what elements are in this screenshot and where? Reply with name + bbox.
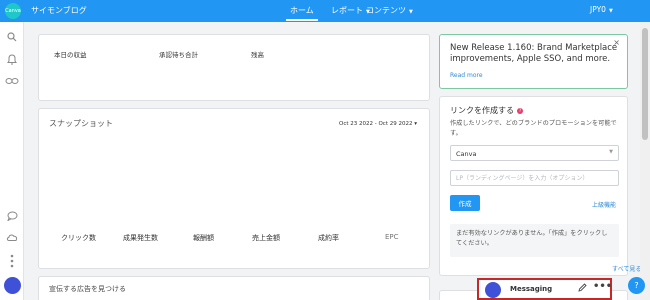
nav-report[interactable]: レポート ▼ [331, 5, 370, 16]
top-navigation-bar: Canva サイモンブログ ホーム レポート ▼ コンテンツ ▼ JPY0 ▼ [0, 0, 650, 22]
create-link-description: 作成したリンクで、どのブランドのプロモーションを可能です。 [450, 120, 617, 137]
chat-bubble-icon[interactable] [0, 211, 24, 224]
brand-select-value: Canva [456, 150, 477, 158]
metric-epc: EPC [385, 233, 399, 241]
nav-home-label: ホーム [290, 6, 314, 15]
page-scrollbar[interactable] [640, 22, 650, 300]
help-button[interactable]: ? [628, 277, 645, 294]
nav-report-label: レポート [331, 6, 363, 15]
release-banner: New Release 1.160: Brand Marketplace imp… [439, 34, 628, 89]
read-more-link[interactable]: Read more [450, 72, 483, 79]
nav-home[interactable]: ホーム [286, 5, 318, 21]
chevron-down-icon: ▼ [608, 8, 613, 14]
left-sidebar [0, 22, 24, 300]
more-options-icon[interactable]: ••• [593, 281, 612, 292]
pencil-icon[interactable] [578, 283, 587, 295]
snapshot-title: スナップショット [49, 119, 113, 128]
canva-logo[interactable]: Canva [5, 3, 21, 19]
avatar[interactable] [4, 277, 21, 294]
currency-label: JPY0 [590, 5, 606, 14]
chevron-down-icon: ▼ [609, 149, 613, 155]
chevron-down-icon: ▾ [414, 121, 417, 127]
avatar [485, 282, 501, 298]
find-ads-title: 宣伝する広告を見つける [49, 285, 126, 293]
infinity-icon[interactable] [0, 77, 24, 88]
pending-total-label: 承認待ち合計 [159, 51, 198, 59]
currency-balance[interactable]: JPY0 ▼ [590, 5, 613, 14]
create-link-title-text: リンクを作成する [450, 106, 514, 115]
see-all-link[interactable]: すべて見る [612, 264, 641, 273]
create-link-title: リンクを作成する? [450, 105, 523, 116]
create-link-card: リンクを作成する? 作成したリンクで、どのブランドのプロモーションを可能です。 … [439, 96, 628, 276]
messaging-label: Messaging [510, 285, 553, 293]
balance-label: 残高 [251, 51, 264, 59]
metric-commission: 報酬額 [193, 234, 214, 242]
search-icon[interactable] [0, 32, 24, 45]
site-name[interactable]: サイモンブログ [31, 5, 87, 16]
empty-links-message: まだ有効なリンクがありません。「作成」をクリックしてください。 [450, 224, 619, 257]
close-icon[interactable]: × [613, 38, 620, 47]
lp-url-input[interactable] [450, 170, 619, 186]
cloud-icon[interactable] [0, 233, 24, 244]
messaging-widget[interactable]: Messaging ••• [477, 278, 612, 300]
chevron-down-icon: ▼ [409, 9, 413, 15]
vertical-dots-icon[interactable] [0, 254, 24, 271]
nav-contents[interactable]: コンテンツ ▼ [366, 5, 413, 16]
brand-select[interactable]: Canva ▼ [450, 145, 619, 161]
date-range-picker[interactable]: Oct 23 2022 - Oct 29 2022 ▾ [339, 121, 417, 127]
date-range-label: Oct 23 2022 - Oct 29 2022 [338, 121, 413, 127]
scrollbar-thumb[interactable] [642, 28, 648, 140]
metric-conversions: 成果発生数 [123, 234, 158, 242]
today-revenue-label: 本日の収益 [54, 51, 87, 59]
metric-conversion-rate: 成約率 [318, 234, 339, 242]
advanced-features-link[interactable]: 上級機能 [592, 200, 616, 209]
metric-clicks: クリック数 [61, 234, 96, 242]
release-text: New Release 1.160: Brand Marketplace imp… [450, 43, 618, 64]
nav-contents-label: コンテンツ [366, 6, 406, 15]
help-icon[interactable]: ? [517, 107, 523, 114]
stats-card: 本日の収益 承認待ち合計 残高 [38, 34, 430, 101]
snapshot-card: スナップショット Oct 23 2022 - Oct 29 2022 ▾ クリッ… [38, 108, 430, 269]
metric-sales: 売上金額 [252, 234, 280, 242]
bell-icon[interactable] [0, 54, 24, 68]
create-button[interactable]: 作成 [450, 195, 480, 211]
find-ads-card: 宣伝する広告を見つける [38, 276, 430, 300]
